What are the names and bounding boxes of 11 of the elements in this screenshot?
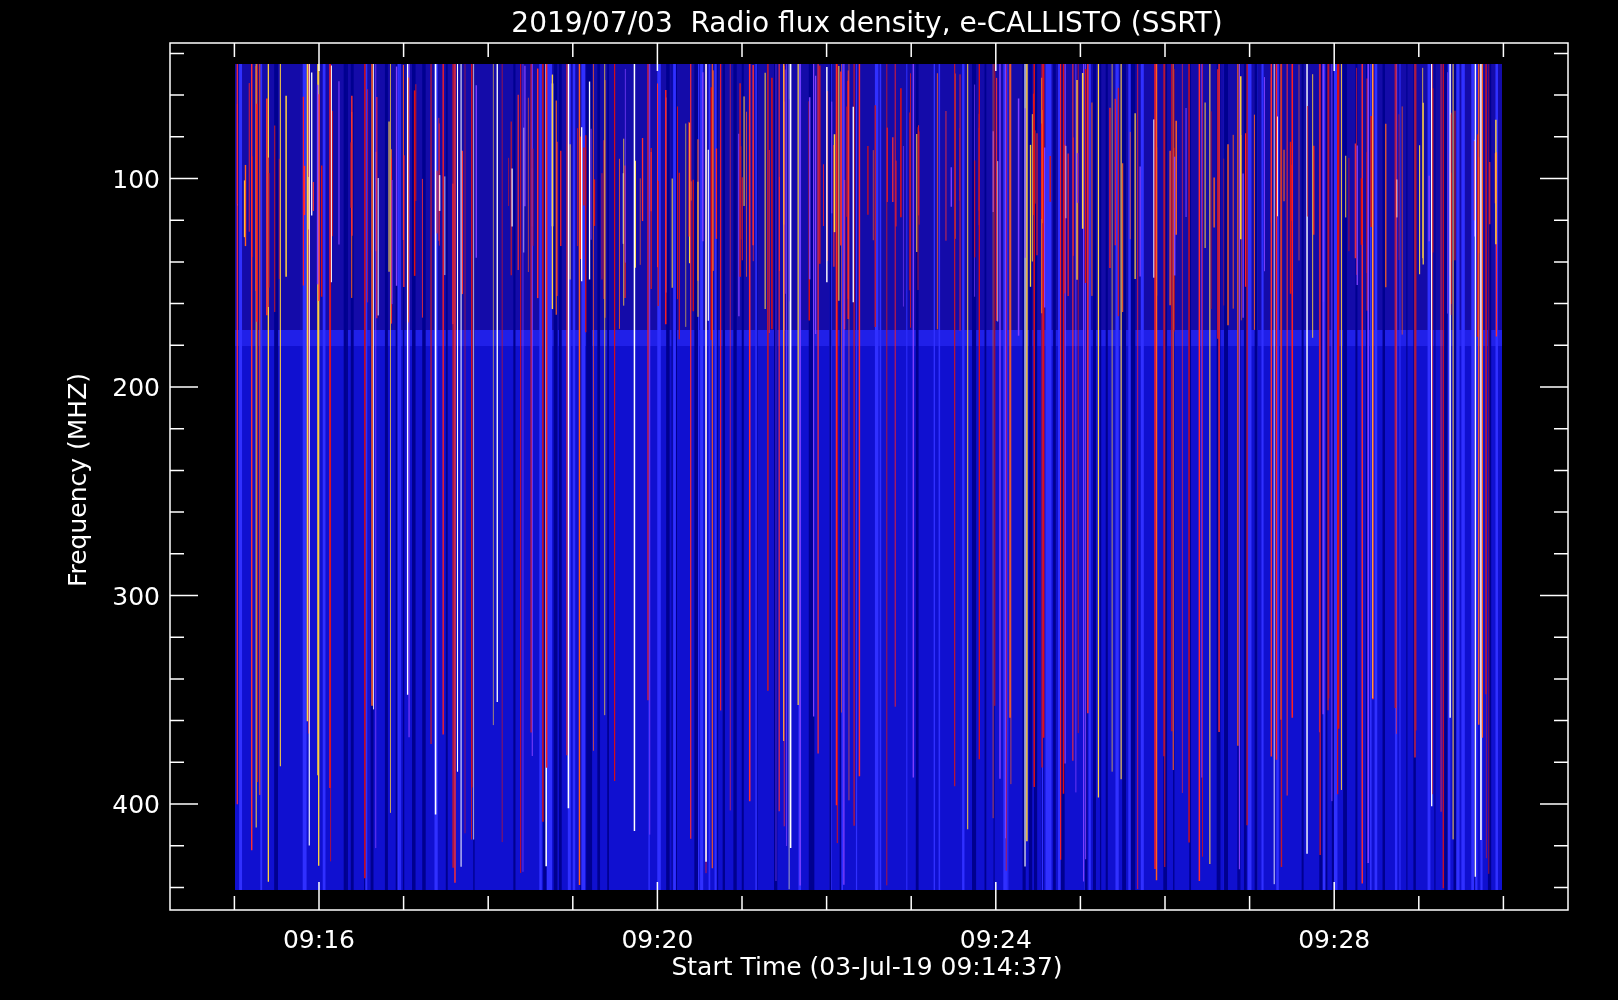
tick-label: 09:24 xyxy=(959,925,1032,954)
axis-label: Start Time (03-Jul-19 09:14:37) xyxy=(671,952,1063,981)
tick-label: 09:28 xyxy=(1298,925,1371,954)
axis-label: Frequency (MHZ) xyxy=(63,372,92,588)
tick-label: 09:20 xyxy=(621,925,694,954)
tick-label: 09:16 xyxy=(283,925,355,954)
tick-label: 100 xyxy=(112,164,160,194)
tick-label: 300 xyxy=(112,581,160,611)
tick-label: 400 xyxy=(112,790,160,819)
plot-title: 2019/07/03 Radio flux density, e-CALLISTO (SSRT) xyxy=(511,6,1223,39)
tick-label: 200 xyxy=(112,373,160,402)
